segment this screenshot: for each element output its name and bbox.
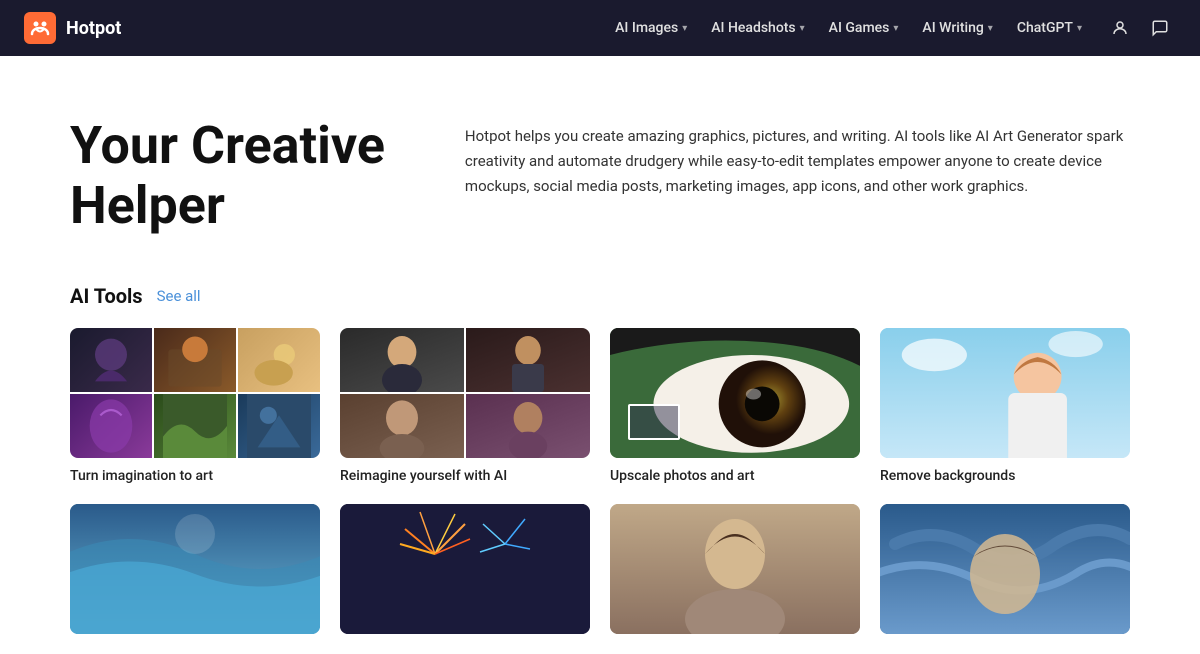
chevron-down-icon: ▾ [800, 23, 805, 34]
tool-painting-image [880, 504, 1130, 634]
tool-upscale[interactable]: Upscale photos and art [610, 328, 860, 484]
chat-icon[interactable] [1144, 12, 1176, 44]
mosaic-cell [70, 394, 152, 458]
mosaic-cell [340, 328, 464, 392]
hero-description: Hotpot helps you create amazing graphics… [465, 124, 1130, 198]
mosaic-cell [466, 394, 590, 458]
chevron-down-icon: ▾ [1077, 23, 1082, 34]
tool-fireworks[interactable] [340, 504, 590, 634]
section-title: AI Tools [70, 284, 143, 308]
tool-removebg-label: Remove backgrounds [880, 468, 1130, 484]
mosaic-cell [466, 328, 590, 392]
nav-brand[interactable]: Hotpot [24, 12, 121, 44]
mosaic-cell [154, 394, 236, 458]
tool-reimagine[interactable]: Reimagine yourself with AI [340, 328, 590, 484]
mosaic-cell [238, 394, 320, 458]
see-all-link[interactable]: See all [157, 287, 201, 305]
nav-ai-headshots[interactable]: AI Headshots ▾ [701, 14, 814, 42]
nav-chatgpt[interactable]: ChatGPT ▾ [1007, 14, 1092, 42]
tool-ocean[interactable] [70, 504, 320, 634]
hero-title-block: Your Creative Helper [70, 116, 385, 236]
tool-imagine-label: Turn imagination to art [70, 468, 320, 484]
chevron-down-icon: ▾ [682, 23, 687, 34]
nav-user-icons [1104, 12, 1176, 44]
ai-tools-section: AI Tools See all [70, 284, 1130, 634]
mosaic-cell [154, 328, 236, 392]
removebg-visual [880, 328, 1130, 458]
tool-reimagine-image [340, 328, 590, 458]
tool-removebg[interactable]: Remove backgrounds [880, 328, 1130, 484]
chevron-down-icon: ▾ [893, 23, 898, 34]
mosaic-cell [70, 328, 152, 392]
tool-portrait[interactable] [610, 504, 860, 634]
hero-title: Your Creative Helper [70, 116, 385, 236]
nav-ai-writing[interactable]: AI Writing ▾ [912, 14, 1002, 42]
tool-upscale-image [610, 328, 860, 458]
section-header: AI Tools See all [70, 284, 1130, 308]
tool-imagine[interactable]: Turn imagination to art [70, 328, 320, 484]
nav-ai-images[interactable]: AI Images ▾ [605, 14, 697, 42]
hero-section: Your Creative Helper Hotpot helps you cr… [70, 116, 1130, 236]
hero-description-block: Hotpot helps you create amazing graphics… [465, 116, 1130, 236]
chevron-down-icon: ▾ [988, 23, 993, 34]
hotpot-logo [24, 12, 56, 44]
nav-links: AI Images ▾ AI Headshots ▾ AI Games ▾ AI… [605, 12, 1176, 44]
mosaic-cell [238, 328, 320, 392]
main-content: Your Creative Helper Hotpot helps you cr… [30, 56, 1170, 654]
tools-grid-row1: Turn imagination to art [70, 328, 1130, 484]
upscale-comparison-box [628, 404, 680, 440]
tool-reimagine-label: Reimagine yourself with AI [340, 468, 590, 484]
brand-name: Hotpot [66, 18, 121, 39]
navigation: Hotpot AI Images ▾ AI Headshots ▾ AI Gam… [0, 0, 1200, 56]
user-account-icon[interactable] [1104, 12, 1136, 44]
tools-grid-row2 [70, 504, 1130, 634]
tool-portrait-image [610, 504, 860, 634]
tool-painting[interactable] [880, 504, 1130, 634]
tool-imagine-image [70, 328, 320, 458]
tool-removebg-image [880, 328, 1130, 458]
tool-upscale-label: Upscale photos and art [610, 468, 860, 484]
eye-visual [610, 328, 860, 458]
mosaic-cell [340, 394, 464, 458]
tool-ocean-image [70, 504, 320, 634]
tool-fireworks-image [340, 504, 590, 634]
nav-ai-games[interactable]: AI Games ▾ [819, 14, 909, 42]
